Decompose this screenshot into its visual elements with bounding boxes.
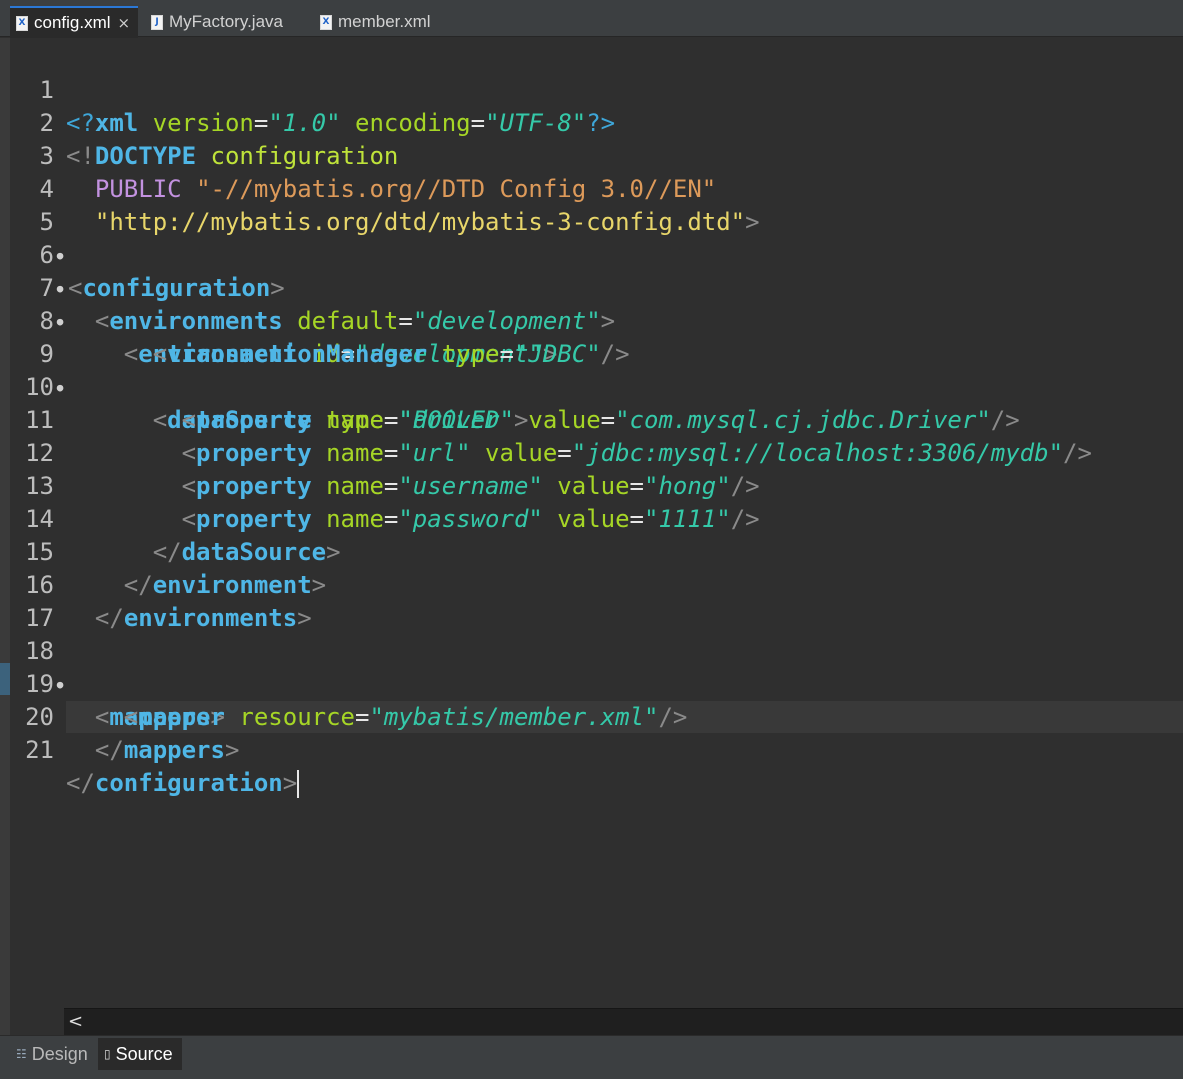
editor-left-strip [0, 38, 10, 1038]
code-line-14: 14 </dataSource> [10, 470, 1183, 566]
design-icon: ☷ [16, 1047, 27, 1061]
current-line-gutter-marker [0, 663, 10, 695]
code-line-11: 11 <property name="url" value="jdbc:mysq… [10, 371, 1183, 467]
source-editor[interactable]: 1 <?xml version="1.0" encoding="UTF-8"?>… [10, 38, 1183, 1008]
tab-label: MyFactory.java [169, 12, 283, 31]
scroll-left-icon[interactable]: < [68, 1011, 83, 1032]
xml-editor-window: X config.xml × J MyFactory.java X member… [0, 0, 1183, 1079]
code-line-15: 15 </environment> [10, 503, 1183, 599]
tab-source[interactable]: ▯ Source [98, 1038, 182, 1070]
code-line-8: 8 <transactionManager type="JDBC"/> [10, 272, 1183, 368]
xml-file-icon: X [320, 14, 332, 30]
editor-tab-bar: X config.xml × J MyFactory.java X member… [0, 0, 1183, 38]
xml-file-icon: X [16, 15, 28, 31]
code-line-19: 19 <mapper resource="mybatis/member.xml"… [10, 635, 1183, 731]
close-icon[interactable]: × [118, 14, 131, 32]
code-line-2: 2 <!DOCTYPE configuration [10, 74, 1183, 170]
code-line-1: 1 <?xml version="1.0" encoding="UTF-8"?> [10, 41, 1183, 137]
tab-myfactory-java[interactable]: J MyFactory.java [145, 8, 305, 36]
code-line-6: 6 ● <environments default="development"> [10, 206, 1183, 335]
code-line-7: 7 ● <environment id="development"> [10, 239, 1183, 368]
tab-label: Source [115, 1043, 173, 1064]
line-number: 21 [25, 736, 54, 764]
text-cursor [297, 770, 300, 798]
tab-design[interactable]: ☷ Design [10, 1038, 96, 1070]
horizontal-scrollbar[interactable]: < [64, 1008, 1183, 1035]
source-file-icon: ▯ [104, 1047, 111, 1061]
tab-label: Design [31, 1043, 88, 1064]
code-line-18: 18 ● <mappers> [10, 602, 1183, 731]
java-file-icon: J [151, 14, 163, 30]
code-line-4: 4 "http://mybatis.org/dtd/mybatis-3-conf… [10, 140, 1183, 236]
tab-config-xml[interactable]: X config.xml × [10, 6, 138, 38]
tab-label: member.xml [338, 12, 431, 31]
code-line-20: 20 </mappers> [10, 668, 1183, 764]
code-line-17: 17 [10, 569, 1183, 632]
code-line-3: 3 PUBLIC "-//mybatis.org//DTD Config 3.0… [10, 107, 1183, 203]
code-line-21: 21 </configuration> [10, 701, 1183, 798]
tab-label: config.xml [34, 13, 111, 32]
code-line-10: 10 <property name="driver" value="com.my… [10, 338, 1183, 434]
code-line-13: 13 <property name="password" value="1111… [10, 437, 1183, 533]
editor-mode-tabs: ☷ Design ▯ Source [0, 1035, 1183, 1079]
tab-member-xml[interactable]: X member.xml [314, 8, 454, 36]
code-line-9: 9 ● <dataSource type="POOLED"> [10, 305, 1183, 434]
code-line-16: 16 </environments> [10, 536, 1183, 632]
code-line-12: 12 <property name="username" value="hong… [10, 404, 1183, 500]
code-line-5: 5 ● <configuration> [10, 173, 1183, 302]
